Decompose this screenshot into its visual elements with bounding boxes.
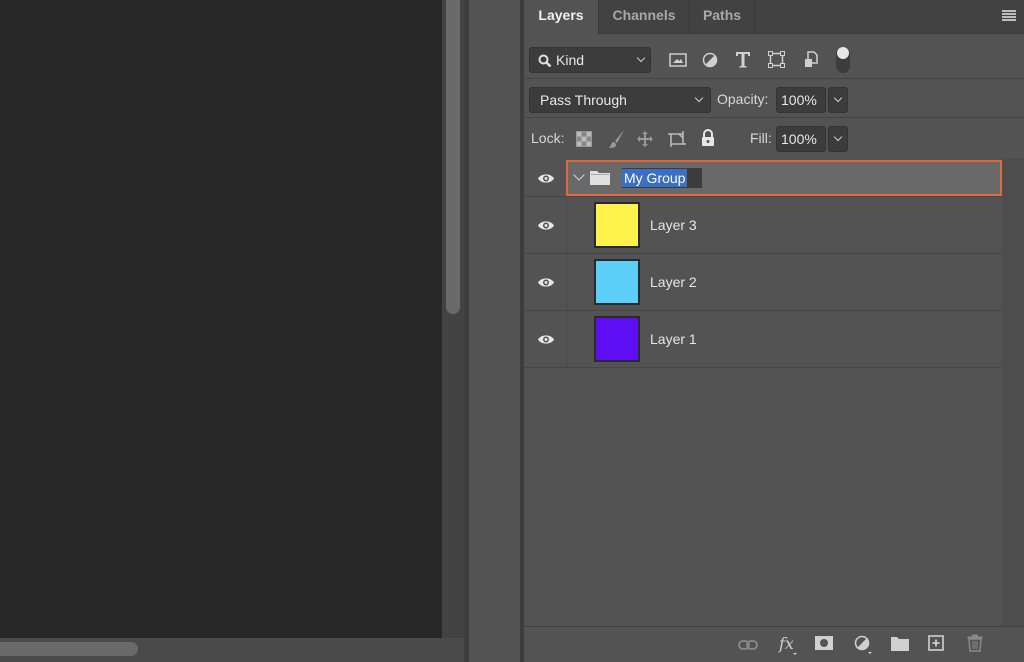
layer-row[interactable]: Layer 2 <box>524 254 1002 311</box>
lock-row: Lock: Fill: 100% <box>524 119 1024 157</box>
visibility-eye-icon[interactable] <box>537 220 555 231</box>
filter-kind-select[interactable]: Kind <box>529 47 651 73</box>
expand-chevron-icon[interactable] <box>573 169 585 181</box>
visibility-eye-icon[interactable] <box>537 277 555 288</box>
adjustment-filter-icon[interactable] <box>702 52 718 68</box>
filter-toggle-icon[interactable] <box>836 47 850 73</box>
group-name-input[interactable]: My Group <box>622 168 702 188</box>
layers-panel: Layers Channels Paths Kind Pass Through … <box>524 0 1024 662</box>
collapsed-panel-dock <box>469 0 520 662</box>
lock-position-icon[interactable] <box>636 130 654 148</box>
blend-row: Pass Through Opacity: 100% <box>524 80 1024 118</box>
add-mask-icon[interactable] <box>815 636 833 650</box>
visibility-eye-icon[interactable] <box>537 334 555 345</box>
tab-paths[interactable]: Paths <box>690 0 754 34</box>
layers-scroll-area <box>1002 158 1024 626</box>
lock-artboard-icon[interactable] <box>668 130 686 148</box>
opacity-dropdown-button[interactable] <box>828 87 848 113</box>
layer-name: Layer 1 <box>650 331 697 347</box>
document-canvas[interactable] <box>0 0 442 638</box>
visibility-eye-icon[interactable] <box>537 173 555 184</box>
chevron-down-icon <box>833 132 843 142</box>
chevron-down-icon <box>833 93 843 103</box>
fill-value: 100% <box>781 131 817 147</box>
image-filter-icon[interactable] <box>669 52 687 68</box>
link-layers-icon[interactable] <box>738 639 758 651</box>
shape-filter-icon[interactable] <box>768 51 785 68</box>
tab-channels[interactable]: Channels <box>599 0 689 34</box>
layer-thumbnail <box>594 202 640 248</box>
vertical-scroll-thumb[interactable] <box>446 0 460 314</box>
smart-object-filter-icon[interactable] <box>804 51 818 68</box>
chevron-down-icon <box>694 93 704 103</box>
folder-icon <box>590 171 610 185</box>
new-adjustment-layer-icon[interactable] <box>854 635 874 655</box>
layers-bottom-toolbar: fx <box>524 626 1024 662</box>
horizontal-scroll-thumb[interactable] <box>0 642 138 656</box>
new-layer-icon[interactable] <box>928 635 944 651</box>
lock-image-pixels-icon[interactable] <box>608 129 626 149</box>
layer-name: Layer 2 <box>650 274 697 290</box>
fill-label: Fill: <box>750 130 772 146</box>
fill-dropdown-button[interactable] <box>828 126 848 152</box>
layer-group-row[interactable]: My Group <box>524 158 1002 197</box>
lock-all-icon[interactable] <box>700 129 716 147</box>
lock-transparent-pixels-icon[interactable] <box>576 131 592 147</box>
panel-tabs: Layers Channels Paths <box>524 0 1024 35</box>
blend-mode-value: Pass Through <box>540 92 627 108</box>
group-name: My Group <box>622 169 688 187</box>
filter-row: Kind <box>524 35 1024 79</box>
opacity-label: Opacity: <box>717 91 769 107</box>
hamburger-menu-icon[interactable] <box>1002 10 1016 21</box>
opacity-input[interactable]: 100% <box>776 87 826 113</box>
group-selection-highlight: My Group <box>566 160 1002 196</box>
opacity-value: 100% <box>781 92 817 108</box>
layer-thumbnail <box>594 259 640 305</box>
layer-row[interactable]: Layer 3 <box>524 197 1002 254</box>
fx-icon[interactable]: fx <box>778 634 800 656</box>
tab-layers[interactable]: Layers <box>524 0 598 35</box>
filter-kind-label: Kind <box>556 52 585 68</box>
type-filter-icon[interactable] <box>735 51 751 68</box>
search-icon <box>538 54 552 68</box>
lock-label: Lock: <box>531 130 565 146</box>
fill-input[interactable]: 100% <box>776 126 826 152</box>
svg-text:fx: fx <box>778 634 794 653</box>
delete-layer-icon[interactable] <box>967 634 983 652</box>
blend-mode-select[interactable]: Pass Through <box>529 87 711 113</box>
new-group-icon[interactable] <box>891 636 909 651</box>
layer-row[interactable]: Layer 1 <box>524 311 1002 368</box>
layer-thumbnail <box>594 316 640 362</box>
layer-name: Layer 3 <box>650 217 697 233</box>
chevron-down-icon <box>636 53 646 63</box>
